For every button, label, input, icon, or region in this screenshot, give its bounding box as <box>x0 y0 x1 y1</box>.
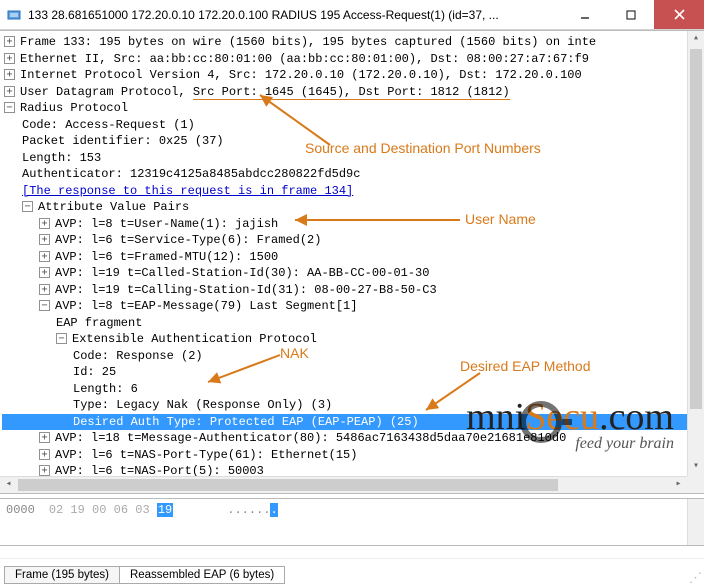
expand-icon[interactable]: + <box>39 251 50 262</box>
close-button[interactable] <box>654 0 704 29</box>
tree-row-response-link[interactable]: [The response to this request is in fram… <box>2 183 704 200</box>
tree-row-desired-auth-type[interactable]: Desired Auth Type: Protected EAP (EAP-PE… <box>2 414 704 431</box>
expand-icon[interactable]: + <box>4 36 15 47</box>
app-icon <box>6 7 22 23</box>
scroll-left-icon[interactable]: ◂ <box>0 477 17 493</box>
expand-icon[interactable]: + <box>4 69 15 80</box>
tree-row-eap-proto[interactable]: −Extensible Authentication Protocol <box>2 331 704 348</box>
tree-row-eap-fragment[interactable]: EAP fragment <box>2 315 704 332</box>
udp-ports: Src Port: 1645 (1645), Dst Port: 1812 (1… <box>193 85 510 100</box>
expand-icon[interactable]: + <box>39 267 50 278</box>
tree-row-avp-username[interactable]: +AVP: l=8 t=User-Name(1): jajish <box>2 216 704 233</box>
tree-row-authenticator[interactable]: Authenticator: 12319c4125a8485abdcc28082… <box>2 166 704 183</box>
expand-icon[interactable]: + <box>4 86 15 97</box>
collapse-icon[interactable]: − <box>39 300 50 311</box>
hex-bytes[interactable]: 02 19 00 06 03 19 <box>49 503 173 541</box>
tab-reassembled-eap[interactable]: Reassembled EAP (6 bytes) <box>119 566 285 584</box>
collapse-icon[interactable]: − <box>56 333 67 344</box>
tab-frame-bytes[interactable]: Frame (195 bytes) <box>4 566 120 584</box>
hex-scrollbar[interactable] <box>687 499 704 545</box>
expand-icon[interactable]: + <box>39 449 50 460</box>
tree-row-avp-nas-port-type[interactable]: +AVP: l=6 t=NAS-Port-Type(61): Ethernet(… <box>2 447 704 464</box>
maximize-button[interactable] <box>608 0 654 29</box>
tree-row-udp[interactable]: +User Datagram Protocol, Src Port: 1645 … <box>2 84 704 101</box>
response-frame-link[interactable]: [The response to this request is in fram… <box>22 184 353 198</box>
expand-icon[interactable]: + <box>39 432 50 443</box>
scroll-right-icon[interactable]: ▸ <box>670 477 687 493</box>
collapse-icon[interactable]: − <box>4 102 15 113</box>
vertical-scrollbar[interactable]: ▴ ▾ <box>687 31 704 476</box>
tree-row-avp-framed-mtu[interactable]: +AVP: l=6 t=Framed-MTU(12): 1500 <box>2 249 704 266</box>
expand-icon[interactable]: + <box>39 284 50 295</box>
tree-row-frame[interactable]: +Frame 133: 195 bytes on wire (1560 bits… <box>2 34 704 51</box>
hex-tabs: Frame (195 bytes) Reassembled EAP (6 byt… <box>0 558 704 588</box>
scroll-down-icon[interactable]: ▾ <box>688 459 704 476</box>
tree-row-radius[interactable]: −Radius Protocol <box>2 100 704 117</box>
expand-icon[interactable]: + <box>39 234 50 245</box>
horizontal-scrollbar[interactable]: ◂ ▸ <box>0 476 687 493</box>
tree-row-eap-code[interactable]: Code: Response (2) <box>2 348 704 365</box>
tree-row-length[interactable]: Length: 153 <box>2 150 704 167</box>
tree-row-code[interactable]: Code: Access-Request (1) <box>2 117 704 134</box>
window-titlebar: 133 28.681651000 172.20.0.10 172.20.0.10… <box>0 0 704 30</box>
expand-icon[interactable]: + <box>39 465 50 476</box>
tree-row-avp-msg-auth[interactable]: +AVP: l=18 t=Message-Authenticator(80): … <box>2 430 704 447</box>
tree-row-avp-calling-station[interactable]: +AVP: l=19 t=Calling-Station-Id(31): 08-… <box>2 282 704 299</box>
scroll-up-icon[interactable]: ▴ <box>688 31 704 48</box>
tree-row-eap-type[interactable]: Type: Legacy Nak (Response Only) (3) <box>2 397 704 414</box>
tree-row-avp-called-station[interactable]: +AVP: l=19 t=Called-Station-Id(30): AA-B… <box>2 265 704 282</box>
hex-selected-byte: 19 <box>157 503 173 517</box>
resize-grip-icon[interactable]: ⋰ <box>689 571 702 586</box>
scroll-thumb[interactable] <box>18 479 558 491</box>
packet-tree-pane[interactable]: +Frame 133: 195 bytes on wire (1560 bits… <box>0 30 704 494</box>
tree-row-avp-header[interactable]: −Attribute Value Pairs <box>2 199 704 216</box>
tree-row-ethernet[interactable]: +Ethernet II, Src: aa:bb:cc:80:01:00 (aa… <box>2 51 704 68</box>
hex-pane[interactable]: 0000 02 19 00 06 03 19 ....... <box>0 498 704 546</box>
tree-row-packet-id[interactable]: Packet identifier: 0x25 (37) <box>2 133 704 150</box>
tree-row-ip[interactable]: +Internet Protocol Version 4, Src: 172.2… <box>2 67 704 84</box>
tree-row-avp-eap-message[interactable]: −AVP: l=8 t=EAP-Message(79) Last Segment… <box>2 298 704 315</box>
hex-offset: 0000 <box>6 503 35 541</box>
scroll-corner <box>687 476 704 493</box>
expand-icon[interactable]: + <box>39 218 50 229</box>
scroll-thumb[interactable] <box>690 49 702 409</box>
collapse-icon[interactable]: − <box>22 201 33 212</box>
tree-row-avp-service-type[interactable]: +AVP: l=6 t=Service-Type(6): Framed(2) <box>2 232 704 249</box>
tree-row-eap-length[interactable]: Length: 6 <box>2 381 704 398</box>
tree-row-eap-id[interactable]: Id: 25 <box>2 364 704 381</box>
hex-ascii: ....... <box>227 503 277 541</box>
expand-icon[interactable]: + <box>4 53 15 64</box>
minimize-button[interactable] <box>562 0 608 29</box>
window-title: 133 28.681651000 172.20.0.10 172.20.0.10… <box>28 8 562 22</box>
